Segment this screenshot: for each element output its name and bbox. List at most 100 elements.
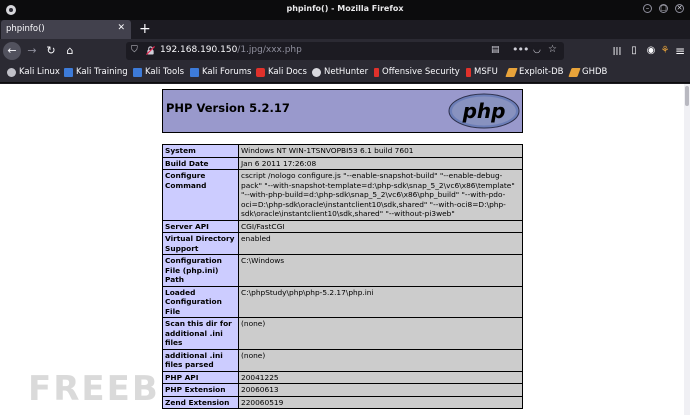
row-key: additional .ini files parsed	[162, 348, 239, 372]
bookmark-kali-training[interactable]: Kali Training	[64, 67, 128, 77]
bookmark-kali-docs[interactable]: Kali Docs	[256, 67, 307, 77]
new-tab-button[interactable]: +	[139, 21, 151, 37]
url-text[interactable]: 192.168.190.150/1.jpg/xxx.php	[160, 45, 302, 55]
reload-button[interactable]: ↻	[42, 42, 60, 60]
page-actions-icon[interactable]: •••	[512, 43, 529, 56]
title-bar: phpinfo() - Mozilla Firefox – ▢ ✕	[0, 0, 690, 20]
sidebar-icon[interactable]: ▯	[626, 42, 642, 60]
table-row: PHP Extension 20060613	[162, 383, 523, 397]
bookmark-label: GHDB	[582, 67, 608, 77]
tracking-shield-icon[interactable]: ⛉	[131, 45, 138, 55]
php-version-title: PHP Version 5.2.17	[166, 101, 290, 115]
table-row: Server API CGI/FastCGI	[162, 219, 523, 233]
url-bar[interactable]: ⛉ 192.168.190.150/1.jpg/xxx.php ▤ ••• ◡ …	[126, 42, 564, 60]
kali-dragon-icon	[7, 67, 16, 77]
row-value: 220060519	[238, 395, 523, 409]
bookmark-exploit-db[interactable]: Exploit-DB	[505, 67, 564, 77]
bookmark-offensive-security[interactable]: Offensive Security	[374, 67, 460, 77]
php-logo-icon[interactable]: php	[448, 93, 520, 129]
tab-close-icon[interactable]: ✕	[117, 23, 125, 33]
msfu-icon	[466, 67, 471, 77]
bookmark-msfu[interactable]: MSFU	[466, 67, 498, 77]
row-key: Scan this dir for additional .ini files	[162, 317, 239, 350]
bookmark-label: Kali Forums	[202, 67, 252, 77]
tab-phpinfo[interactable]: phpinfo() ✕	[1, 20, 131, 39]
php-logo-text: php	[462, 99, 506, 123]
window-controls: – ▢ ✕	[643, 4, 684, 13]
row-value: (none)	[238, 317, 523, 350]
phpinfo-header: PHP Version 5.2.17 php	[162, 89, 523, 133]
bookmark-kali-tools[interactable]: Kali Tools	[133, 67, 184, 77]
kali-docs-icon	[256, 67, 265, 77]
row-value: C:\Windows	[238, 254, 523, 287]
row-value: 20060613	[238, 383, 523, 397]
url-path: /1.jpg/xxx.php	[237, 45, 302, 55]
row-key: Configuration File (php.ini) Path	[162, 254, 239, 287]
row-key: Build Date	[162, 156, 239, 170]
table-row: System Windows NT WIN-1TSNVOPBI53 6.1 bu…	[162, 144, 523, 158]
bookmark-nethunter[interactable]: NetHunter	[312, 67, 368, 77]
bookmark-kali-forums[interactable]: Kali Forums	[190, 67, 251, 77]
kali-training-icon	[64, 67, 73, 77]
exploit-db-icon	[505, 67, 518, 77]
library-icon[interactable]: |||	[609, 42, 625, 60]
page-viewport[interactable]: PHP Version 5.2.17 php System Windows NT…	[0, 84, 690, 415]
bookmark-label: Exploit-DB	[519, 67, 564, 77]
bookmark-ghdb[interactable]: GHDB	[568, 67, 608, 77]
row-value: enabled	[238, 232, 523, 255]
watermark-text: FREEB	[28, 369, 160, 409]
row-value: 20041225	[238, 370, 523, 384]
url-host: 192.168.190.150	[160, 45, 238, 55]
row-key: Virtual Directory Support	[162, 232, 239, 255]
row-key: Server API	[162, 219, 239, 233]
forward-button[interactable]: →	[23, 42, 41, 60]
ghdb-icon	[568, 67, 581, 77]
tab-label: phpinfo()	[6, 24, 45, 34]
extension-icon[interactable]: ⚘	[657, 42, 673, 60]
kali-forums-icon	[190, 67, 199, 77]
bookmark-label: Offensive Security	[382, 67, 460, 77]
table-row: Configure Command cscript /nologo config…	[162, 169, 523, 221]
bookmark-label: NetHunter	[324, 67, 369, 77]
bookmark-label: Kali Training	[76, 67, 128, 77]
row-key: PHP API	[162, 370, 239, 384]
row-value: Windows NT WIN-1TSNVOPBI53 6.1 build 760…	[238, 144, 523, 158]
row-key: PHP Extension	[162, 383, 239, 397]
row-value: cscript /nologo configure.js "--enable-s…	[238, 169, 523, 221]
table-row: Zend Extension 220060519	[162, 395, 523, 409]
table-row: additional .ini files parsed (none)	[162, 348, 523, 372]
row-value: C:\phpStudy\php\php-5.2.17\php.ini	[238, 285, 523, 318]
vertical-scrollbar[interactable]	[684, 84, 690, 415]
row-value: CGI/FastCGI	[238, 219, 523, 233]
tab-strip: phpinfo() ✕ +	[0, 20, 690, 39]
table-row: PHP API 20041225	[162, 370, 523, 384]
minimize-button[interactable]: –	[643, 4, 652, 13]
table-row: Loaded Configuration File C:\phpStudy\ph…	[162, 285, 523, 318]
scrollbar-thumb[interactable]	[685, 86, 689, 106]
bookmark-label: MSFU	[474, 67, 498, 77]
row-key: Zend Extension	[162, 395, 239, 409]
menu-icon[interactable]: ≡	[672, 42, 688, 60]
phpinfo-page: PHP Version 5.2.17 php System Windows NT…	[162, 89, 523, 409]
back-button[interactable]: ←	[3, 42, 21, 60]
table-row: Configuration File (php.ini) Path C:\Win…	[162, 254, 523, 287]
row-key: Configure Command	[162, 169, 239, 221]
window-title: phpinfo() - Mozilla Firefox	[286, 4, 404, 13]
phpinfo-table: System Windows NT WIN-1TSNVOPBI53 6.1 bu…	[162, 144, 523, 409]
table-row: Build Date Jan 6 2011 17:26:08	[162, 156, 523, 170]
bookmark-star-icon[interactable]: ☆	[548, 44, 557, 55]
insecure-lock-icon[interactable]	[146, 46, 155, 55]
home-button[interactable]: ⌂	[61, 42, 79, 60]
row-value: (none)	[238, 348, 523, 372]
nethunter-icon	[312, 67, 321, 77]
bookmarks-toolbar: Kali Linux Kali Training Kali Tools Kali…	[0, 63, 690, 83]
table-row: Virtual Directory Support enabled	[162, 232, 523, 255]
row-key: System	[162, 144, 239, 158]
maximize-button[interactable]: ▢	[659, 4, 668, 13]
reader-view-icon[interactable]: ▤	[491, 45, 500, 55]
table-row: Scan this dir for additional .ini files …	[162, 317, 523, 350]
bookmark-label: Kali Docs	[268, 67, 307, 77]
pocket-icon[interactable]: ◡	[533, 45, 541, 55]
close-window-button[interactable]: ✕	[675, 4, 684, 13]
bookmark-kali-linux[interactable]: Kali Linux	[7, 67, 60, 77]
